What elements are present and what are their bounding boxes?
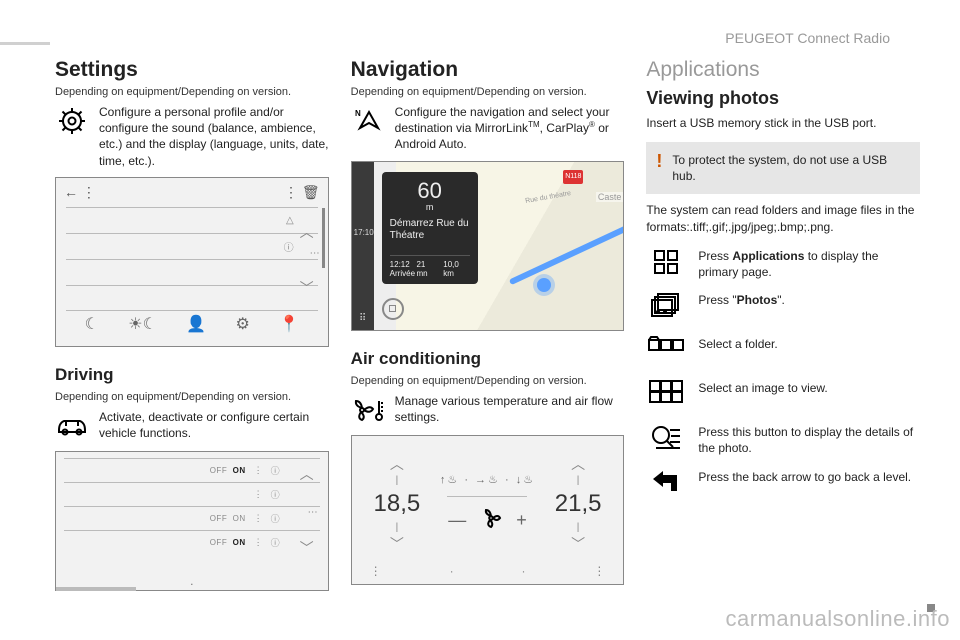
settings-heading: Settings [55,58,329,82]
nav-direction-card: 60 m Démarrez Rue du Théatre 12:12Arrivé… [382,172,478,284]
navigation-screenshot: N118 Rue du théatre Caste 17:10 ⠿ 60 m D… [351,161,625,331]
warning-exclamation-icon: ! [656,152,662,184]
temp-up-right-icon: ︿ [571,457,585,471]
ac-screenshot: ︿ | 18,5 | ﹀ ↑♨ · →♨ · ↓♨ — + ︿ | 21,5 | [351,435,625,585]
back-arrow-block-icon [646,469,686,501]
fan-minus-icon: — [448,510,466,531]
map-place-label: Caste [596,192,624,202]
header-product: PEUGEOT Connect Radio [725,30,890,46]
back-arrow-icon: ← ⋮ [64,184,96,201]
brightness-moon-icon: ☀☾ [128,314,157,334]
driving-depending: Depending on equipment/Depending on vers… [55,391,329,403]
temp-left: 18,5 [374,490,421,518]
car-icon [55,409,89,443]
nav-distance: 60 [390,180,470,202]
viewing-photos-heading: Viewing photos [646,88,920,109]
page-top-rule [0,42,50,45]
toggle-on: ON [233,466,246,475]
nav-direction-text: Démarrez Rue du Théatre [390,218,470,243]
temp-right: 21,5 [555,490,602,518]
driving-heading: Driving [55,365,329,385]
step-details: Press this button to display the details… [698,424,920,456]
driving-screenshot: OFF ON⋮ⓘ ⋮ⓘ OFF ON⋮ⓘ OFF ON⋮ⓘ ︿ ⋯ ﹀ . [55,451,329,591]
clock-time: 17:10 [354,228,374,237]
stop-nav-icon [382,298,404,320]
more-dots-icon: ⋯ [310,248,320,259]
step-select-image: Select an image to view. [698,380,827,396]
temp-down-left-icon: ﹀ [390,537,404,551]
column-settings-driving: Settings Depending on equipment/Dependin… [55,58,329,591]
chevron-up-icon: ︿ [300,222,314,242]
step-photos: Press "Photos". [698,292,785,308]
person-icon: 👤 [186,314,206,334]
fan-plus-icon: + [516,510,527,531]
toggle-off: OFF [210,466,228,475]
magnifier-list-icon [646,424,686,456]
gear2-icon: ⚙ [235,314,249,334]
apps-grid-icon [646,248,686,280]
step-select-folder: Select a folder. [698,336,777,352]
step-back: Press the back arrow to go back a level. [698,469,911,485]
current-location-icon [537,278,551,292]
chevron-down-icon: ﹀ [300,538,314,558]
more-dots-icon: ⋯ [308,507,318,518]
gear-icon [55,104,89,138]
formats-text: The system can read folders and image fi… [646,202,920,236]
navigation-arrow-icon: N [351,104,385,138]
fan-icon [480,507,502,534]
settings-depending: Depending on equipment/Depending on vers… [55,86,329,98]
settings-screenshot: ← ⋮ ⋮ 🗑 △ ⓘ ︿ ⋯ ﹀ ☾ ☀☾ 👤 ⚙ 📍 [55,177,329,347]
location-pin-icon: 📍 [279,314,299,334]
ac-depending: Depending on equipment/Depending on vers… [351,375,625,387]
triangle-icon: △ [286,215,294,226]
insert-usb-text: Insert a USB memory stick in the USB por… [646,115,920,132]
nav-distance-unit: m [390,202,470,212]
fan-thermometer-icon [351,393,385,427]
info-icon: ⓘ [284,239,294,254]
thumbnail-grid-icon [646,380,686,412]
navigation-heading: Navigation [351,58,625,82]
warning-text: To protect the system, do not use a USB … [672,152,910,184]
column-navigation-ac: Navigation Depending on equipment/Depend… [351,58,625,591]
chevron-down-icon: ﹀ [300,278,314,298]
navigation-desc: Configure the navigation and select your… [395,104,625,153]
temp-down-right-icon: ﹀ [571,537,585,551]
airflow-icons: ↑♨ · →♨ · ↓♨ [440,473,535,486]
ac-desc: Manage various temperature and air flow … [395,393,625,425]
road-sign: N118 [563,170,583,184]
trash-icon: ⋮ 🗑 [284,184,320,201]
chevron-up-icon: ︿ [300,464,314,484]
svg-text:N: N [355,109,361,118]
navigation-depending: Depending on equipment/Depending on vers… [351,86,625,98]
settings-desc: Configure a personal profile and/or conf… [99,104,329,169]
step-applications: Press Applications to display the primar… [698,248,920,280]
driving-desc: Activate, deactivate or configure certai… [99,409,329,441]
applications-heading: Applications [646,58,920,82]
column-applications: Applications Viewing photos Insert a USB… [646,58,920,591]
ac-heading: Air conditioning [351,349,625,369]
warning-box: ! To protect the system, do not use a US… [646,142,920,194]
moon-icon: ☾ [85,314,99,334]
temp-up-left-icon: ︿ [390,457,404,471]
watermark: carmanualsonline.info [725,606,950,632]
folder-row-icon [646,336,686,368]
apps-dots-icon: ⠿ [359,313,366,324]
photos-stack-icon [646,292,686,324]
